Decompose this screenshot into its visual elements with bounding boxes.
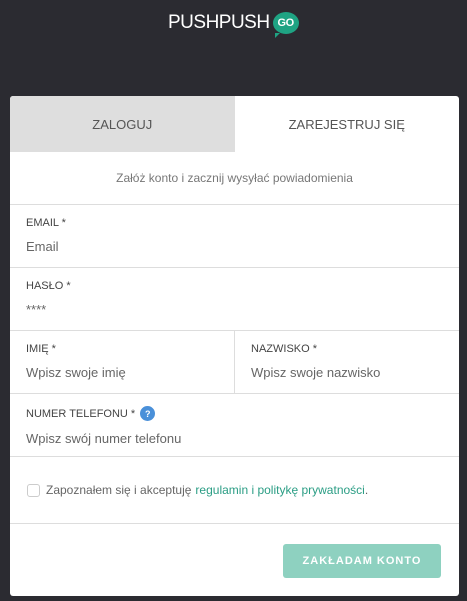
tab-login[interactable]: ZALOGUJ (10, 96, 235, 152)
phone-input[interactable]: Wpisz swój numer telefonu (26, 431, 443, 446)
terms-checkbox[interactable] (27, 483, 40, 497)
last-name-label: NAZWISKO * (251, 343, 318, 355)
email-label: EMAIL * (26, 217, 66, 229)
tab-register[interactable]: ZAREJESTRUJ SIĘ (235, 96, 460, 152)
first-name-field[interactable]: IMIĘ * Wpisz swoje imię (10, 331, 235, 394)
last-name-input[interactable]: Wpisz swoje nazwisko (251, 365, 443, 380)
password-field[interactable]: HASŁO * **** (10, 268, 459, 331)
logo-text: PUSHPUSH (168, 12, 270, 33)
phone-field[interactable]: NUMER TELEFONU *? Wpisz swój numer telefo… (10, 394, 459, 457)
first-name-label: IMIĘ * (26, 343, 56, 355)
password-input[interactable]: **** (26, 302, 443, 317)
terms-end: . (364, 483, 369, 497)
subtitle: Załóż konto i zacznij wysyłać powiadomie… (10, 152, 459, 205)
logo-badge: GO (272, 12, 299, 38)
register-card: ZALOGUJ ZAREJESTRUJ SIĘ Załóż konto i za… (10, 96, 459, 596)
help-icon[interactable]: ? (140, 406, 156, 421)
password-label: HASŁO * (26, 280, 71, 292)
phone-label: NUMER TELEFONU * (26, 407, 136, 420)
create-account-button[interactable]: ZAKŁADAM KONTO (283, 544, 441, 578)
terms-link[interactable]: regulamin i politykę prywatności (195, 483, 364, 497)
first-name-input[interactable]: Wpisz swoje imię (26, 365, 218, 380)
last-name-field[interactable]: NAZWISKO * Wpisz swoje nazwisko (235, 331, 459, 394)
pushpushgo-logo: PUSHPUSH GO (168, 12, 299, 38)
email-field[interactable]: EMAIL * Email (10, 205, 459, 268)
terms-text: Zapoznałem się i akceptuję (46, 483, 192, 497)
email-input[interactable]: Email (26, 239, 443, 254)
